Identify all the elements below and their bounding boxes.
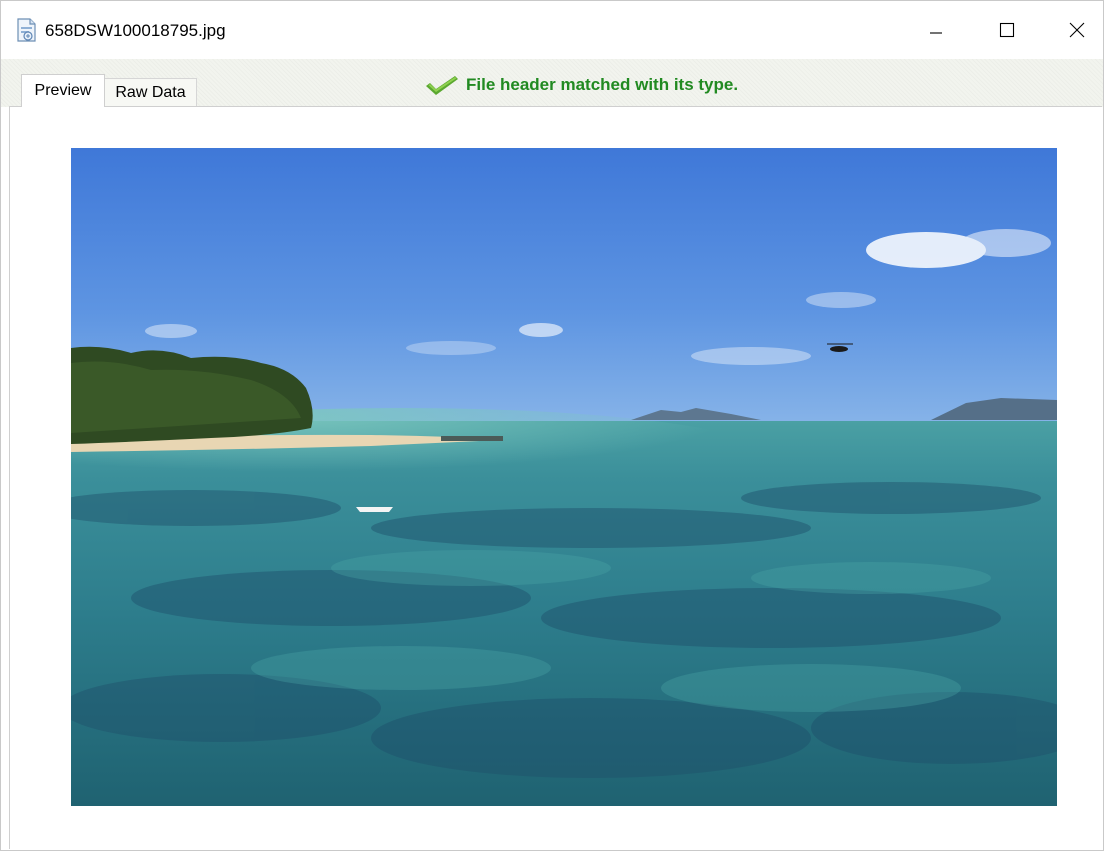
- maximize-button[interactable]: [984, 1, 1030, 59]
- window-title: 658DSW100018795.jpg: [45, 21, 226, 40]
- status-message: File header matched with its type.: [424, 72, 738, 98]
- title-bar[interactable]: 658DSW100018795.jpg: [1, 1, 1103, 59]
- file-preview-window: 658DSW100018795.jpg Preview Raw Data Fil…: [0, 0, 1104, 851]
- close-button[interactable]: [1054, 1, 1100, 59]
- status-text: File header matched with its type.: [466, 75, 739, 94]
- tab-strip: Preview Raw Data File header matched wit…: [1, 59, 1103, 107]
- tab-raw-data[interactable]: Raw Data: [105, 78, 197, 107]
- minimize-icon: [930, 32, 942, 34]
- close-icon: [1069, 22, 1085, 38]
- image-file-icon: [16, 18, 38, 42]
- preview-panel: [9, 106, 1102, 849]
- checkmark-icon: [426, 76, 458, 95]
- tab-preview[interactable]: Preview: [21, 74, 105, 107]
- preview-image: [71, 148, 1057, 806]
- maximize-icon: [999, 22, 1015, 38]
- minimize-button[interactable]: [913, 1, 959, 59]
